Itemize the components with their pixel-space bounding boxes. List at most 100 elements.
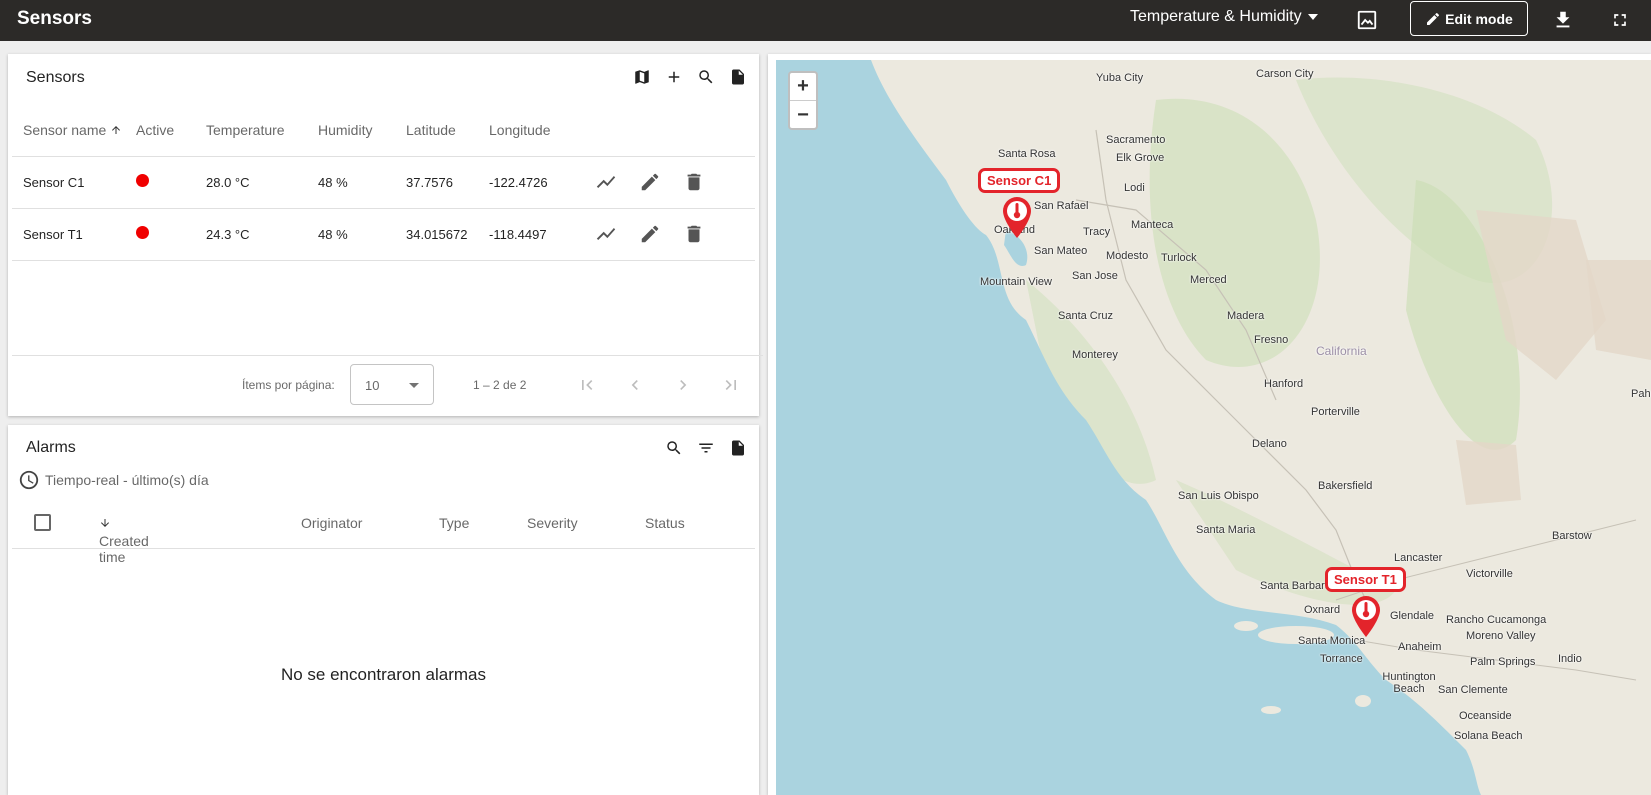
zoom-out-button[interactable]: − bbox=[790, 101, 816, 129]
marker-label-sensor-c1[interactable]: Sensor C1 bbox=[978, 168, 1061, 193]
map-place-label: Huntington Beach bbox=[1382, 671, 1436, 695]
paginator: Ítems por página: 10 1 – 2 de 2 bbox=[12, 355, 763, 415]
add-icon[interactable] bbox=[661, 64, 687, 90]
actions-cell bbox=[595, 208, 755, 261]
sensors-widget: Sensors Sensor name Active Temperature H… bbox=[8, 54, 763, 416]
arrow-upward-icon bbox=[112, 125, 121, 134]
previous-page-icon[interactable] bbox=[623, 373, 647, 397]
map-region-label: California bbox=[1316, 344, 1367, 358]
map-tiles bbox=[776, 60, 1651, 795]
delete-icon[interactable] bbox=[683, 171, 705, 193]
map-place-label: Madera bbox=[1227, 310, 1265, 322]
latitude-cell: 37.7576 bbox=[406, 156, 489, 209]
table-row[interactable]: Sensor C1 28.0 °C 48 % 37.7576 -122.4726 bbox=[12, 156, 755, 209]
map-place-label: Rancho Cucamonga bbox=[1446, 614, 1547, 626]
last-page-icon[interactable] bbox=[719, 373, 743, 397]
edit-mode-button[interactable]: Edit mode bbox=[1410, 1, 1528, 36]
map-place-label: Santa Barbara bbox=[1260, 580, 1331, 592]
sensors-table: Sensor name Active Temperature Humidity … bbox=[12, 104, 755, 261]
delete-icon[interactable] bbox=[683, 223, 705, 245]
fullscreen-icon[interactable] bbox=[1607, 7, 1633, 33]
map-canvas[interactable]: + − Yuba City Carson City Sacramento Elk… bbox=[776, 60, 1651, 795]
map-place-label: Turlock bbox=[1161, 252, 1197, 264]
page-range-label: 1 – 2 de 2 bbox=[473, 378, 527, 392]
column-sensor-name[interactable]: Sensor name bbox=[12, 104, 136, 157]
map-place-label: Palm Springs bbox=[1470, 656, 1536, 668]
items-per-page-label: Ítems por página: bbox=[242, 378, 335, 392]
map-place-label: Anaheim bbox=[1398, 641, 1442, 653]
active-cell bbox=[136, 156, 206, 209]
alarms-widget: Alarms Tiempo-real - último(s) día Creat… bbox=[8, 425, 759, 795]
thermometer-marker-icon[interactable] bbox=[1349, 594, 1383, 638]
map-place-label: Tracy bbox=[1083, 226, 1111, 238]
map-place-label: Solana Beach bbox=[1454, 730, 1523, 742]
thermometer-marker-icon[interactable] bbox=[1000, 195, 1034, 239]
map-place-label: Merced bbox=[1190, 274, 1227, 286]
map-place-label: San Clemente bbox=[1438, 684, 1508, 696]
search-icon[interactable] bbox=[661, 435, 687, 461]
map-place-label: Yuba City bbox=[1096, 72, 1144, 84]
filter-icon[interactable] bbox=[693, 435, 719, 461]
humidity-cell: 48 % bbox=[318, 156, 406, 209]
map-place-label: Santa Maria bbox=[1196, 524, 1256, 536]
edit-icon[interactable] bbox=[639, 171, 661, 193]
temperature-cell: 24.3 °C bbox=[206, 208, 318, 261]
column-severity[interactable]: Severity bbox=[527, 515, 578, 531]
arrow-drop-down-icon bbox=[409, 383, 419, 388]
column-active[interactable]: Active bbox=[136, 104, 206, 157]
first-page-icon[interactable] bbox=[575, 373, 599, 397]
map-icon[interactable] bbox=[629, 64, 655, 90]
map-place-label: Torrance bbox=[1320, 653, 1363, 665]
column-status[interactable]: Status bbox=[645, 515, 685, 531]
column-created-time[interactable]: Created time bbox=[99, 515, 149, 565]
column-temperature[interactable]: Temperature bbox=[206, 104, 318, 157]
map-place-label: Elk Grove bbox=[1116, 152, 1165, 164]
longitude-cell: -122.4726 bbox=[489, 156, 595, 209]
column-longitude[interactable]: Longitude bbox=[489, 104, 595, 157]
zoom-control: + − bbox=[788, 71, 818, 130]
dashboard-title: Sensors bbox=[17, 8, 92, 29]
temperature-cell: 28.0 °C bbox=[206, 156, 318, 209]
map-place-label: Lancaster bbox=[1394, 552, 1443, 564]
map-widget: + − Yuba City Carson City Sacramento Elk… bbox=[768, 54, 1651, 795]
download-icon[interactable] bbox=[1550, 7, 1576, 33]
column-latitude[interactable]: Latitude bbox=[406, 104, 489, 157]
zoom-in-button[interactable]: + bbox=[790, 73, 816, 101]
map-place-label: Glendale bbox=[1390, 610, 1435, 622]
map-place-label: Hanford bbox=[1264, 378, 1304, 390]
state-selector[interactable]: Temperature & Humidity bbox=[1130, 8, 1318, 26]
active-status-dot bbox=[136, 226, 149, 239]
empty-state-message: No se encontraron alarmas bbox=[280, 665, 487, 684]
map-place-label: San Mateo bbox=[1034, 245, 1088, 257]
map-place-label: Delano bbox=[1252, 438, 1287, 450]
arrow-drop-down-icon bbox=[1307, 14, 1318, 20]
map-place-label: Lodi bbox=[1124, 182, 1145, 194]
map-place-label: Carson City bbox=[1256, 68, 1314, 80]
longitude-cell: -118.4497 bbox=[489, 208, 595, 261]
select-all-checkbox[interactable] bbox=[34, 514, 51, 531]
column-originator[interactable]: Originator bbox=[301, 515, 362, 531]
timewindow-selector[interactable]: Tiempo-real - último(s) día bbox=[18, 469, 209, 491]
state-selector-label: Temperature & Humidity bbox=[1130, 8, 1302, 25]
marker-label-sensor-t1[interactable]: Sensor T1 bbox=[1325, 567, 1406, 592]
page-size-select[interactable]: 10 bbox=[350, 364, 434, 405]
map-place-label: Modesto bbox=[1106, 250, 1149, 262]
map-place-label: Santa Rosa bbox=[998, 148, 1056, 160]
timewindow-label: Tiempo-real - último(s) día bbox=[45, 472, 209, 488]
edit-icon[interactable] bbox=[639, 223, 661, 245]
map-place-label: Oxnard bbox=[1304, 604, 1341, 616]
timeline-icon[interactable] bbox=[595, 223, 617, 245]
table-row[interactable]: Sensor T1 24.3 °C 48 % 34.015672 -118.44… bbox=[12, 208, 755, 261]
export-icon[interactable] bbox=[725, 64, 751, 90]
column-type[interactable]: Type bbox=[439, 515, 469, 531]
sensor-name-cell: Sensor C1 bbox=[12, 156, 136, 209]
map-place-label: Indio bbox=[1558, 653, 1582, 665]
column-humidity[interactable]: Humidity bbox=[318, 104, 406, 157]
map-place-label: Santa Cruz bbox=[1058, 310, 1114, 322]
timeline-icon[interactable] bbox=[595, 171, 617, 193]
map-place-label: Sacramento bbox=[1106, 134, 1166, 146]
search-icon[interactable] bbox=[693, 64, 719, 90]
image-icon[interactable] bbox=[1354, 7, 1380, 33]
export-icon[interactable] bbox=[725, 435, 751, 461]
next-page-icon[interactable] bbox=[671, 373, 695, 397]
